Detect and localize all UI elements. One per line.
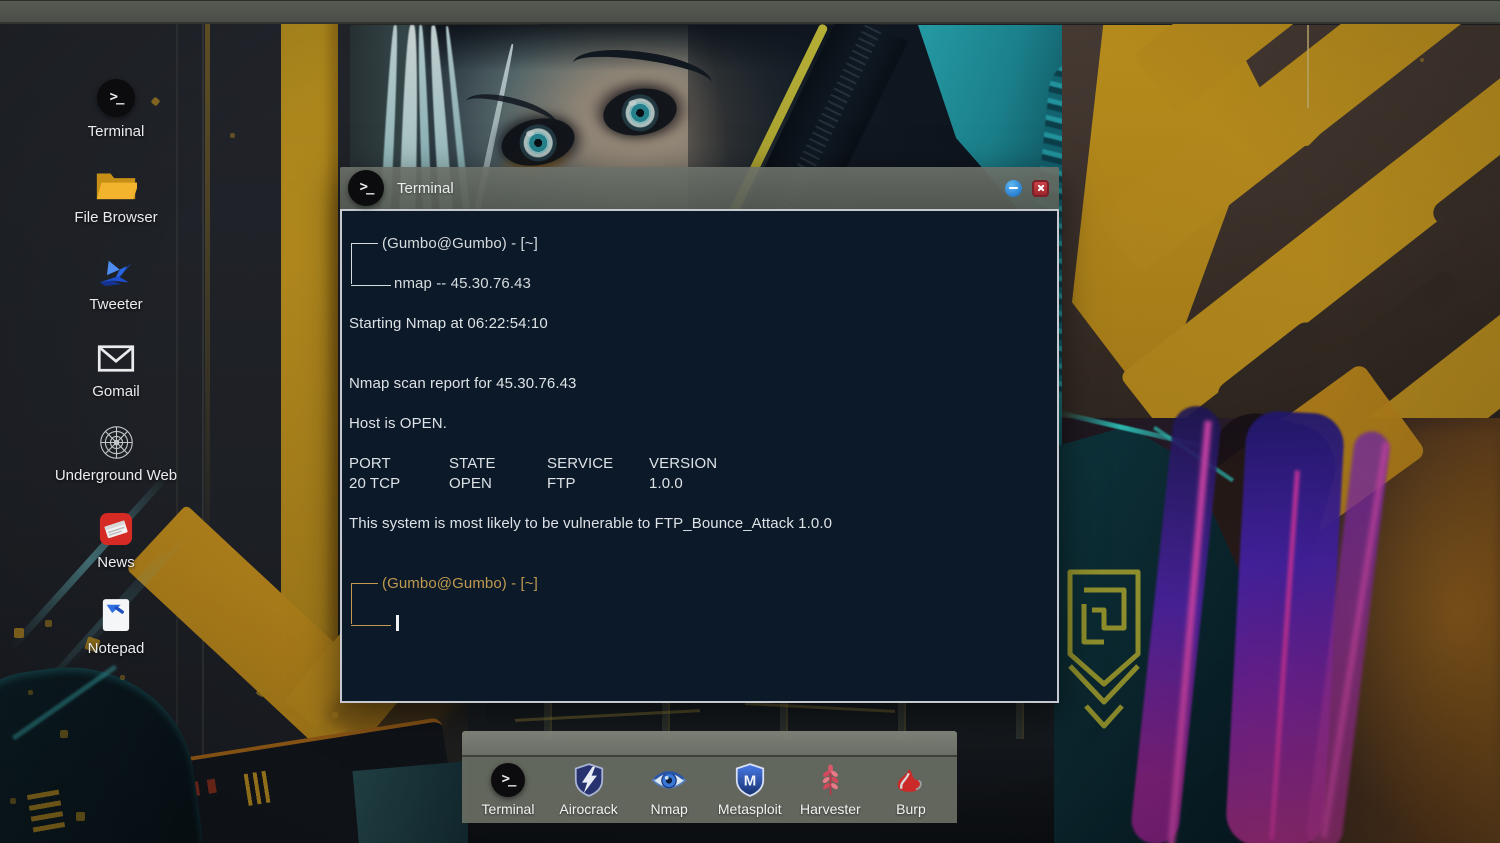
- dock-item-label: Airocrack: [559, 801, 618, 817]
- minimize-button[interactable]: [1005, 179, 1022, 197]
- desktop: >_ Terminal File Browser Tweeter Gomail …: [0, 0, 1500, 843]
- flame-swoosh-icon: [894, 760, 927, 800]
- terminal-line: Starting Nmap at 06:22:54:10: [349, 315, 548, 332]
- desktop-icon-tweeter[interactable]: Tweeter: [36, 251, 196, 313]
- top-bar: [0, 0, 1500, 24]
- dock-item-label: Terminal: [481, 801, 535, 817]
- desktop-icon-terminal[interactable]: >_ Terminal: [36, 78, 196, 140]
- shield-lightning-icon: [574, 760, 604, 800]
- newspaper-icon: [99, 509, 133, 549]
- notepad-icon: [101, 595, 131, 635]
- scan-table-row: 20 TCP OPEN FTP 1.0.0: [349, 475, 683, 492]
- text-cursor: [396, 615, 399, 631]
- shield-m-icon: M: [735, 760, 765, 800]
- desktop-icon-news[interactable]: News: [36, 509, 196, 571]
- minimize-icon: [1009, 186, 1018, 190]
- prompt-block: (Gumbo@Gumbo) - [~] nmap -- 45.30.76.43: [349, 234, 1047, 294]
- desktop-icon-label: Terminal: [87, 123, 145, 140]
- desktop-icon-label: Underground Web: [54, 467, 178, 484]
- vulnerability-line: This system is most likely to be vulnera…: [349, 515, 833, 532]
- prompt-command: [394, 614, 399, 634]
- dock-item-nmap[interactable]: Nmap: [631, 760, 707, 823]
- dock-item-label: Burp: [896, 801, 926, 817]
- window-titlebar[interactable]: >_ Terminal: [340, 167, 1059, 209]
- wheat-plant-icon: [819, 760, 842, 800]
- desktop-icon-gomail[interactable]: Gomail: [36, 338, 196, 400]
- terminal-icon: >_: [97, 78, 135, 118]
- svg-text:M: M: [744, 772, 757, 789]
- dock-item-harvester[interactable]: Harvester: [792, 760, 868, 823]
- dock-item-burp[interactable]: Burp: [873, 760, 949, 823]
- window-controls: [1005, 179, 1051, 197]
- dock-item-label: Nmap: [650, 801, 688, 817]
- desktop-icon-label: File Browser: [74, 209, 158, 226]
- dock-item-label: Metasploit: [717, 801, 782, 817]
- dock-item-metasploit[interactable]: M Metasploit: [712, 760, 788, 823]
- dock-item-terminal[interactable]: >_ Terminal: [470, 760, 546, 823]
- prompt-block: (Gumbo@Gumbo) - [~]: [349, 574, 1047, 634]
- desktop-icon-label: Gomail: [92, 383, 140, 400]
- prompt-command: nmap -- 45.30.76.43: [394, 275, 531, 292]
- envelope-icon: [97, 338, 135, 378]
- dock-handle[interactable]: [462, 731, 957, 757]
- desktop-icon-label: Notepad: [87, 640, 145, 657]
- terminal-line: Nmap scan report for 45.30.76.43: [349, 375, 577, 392]
- folder-icon: [95, 164, 137, 204]
- desktop-icon-label: News: [97, 554, 135, 571]
- terminal-line: Host is OPEN.: [349, 415, 447, 432]
- web-mandala-icon: [98, 422, 135, 462]
- dock: >_ Terminal Airocrack Nmap M Metasploit …: [462, 731, 957, 823]
- eye-icon: [651, 760, 687, 800]
- window-title: Terminal: [397, 179, 454, 197]
- desktop-icon-notepad[interactable]: Notepad: [36, 595, 196, 657]
- dock-item-airocrack[interactable]: Airocrack: [551, 760, 627, 823]
- prompt-user-host: (Gumbo@Gumbo) - [~]: [382, 235, 538, 252]
- prompt-user-host: (Gumbo@Gumbo) - [~]: [382, 575, 538, 592]
- desktop-icon-label: Tweeter: [89, 296, 143, 313]
- dock-item-label: Harvester: [800, 801, 861, 817]
- desktop-icon-file-browser[interactable]: File Browser: [36, 164, 196, 226]
- terminal-icon: >_: [348, 170, 384, 206]
- close-button[interactable]: [1032, 179, 1049, 197]
- terminal-output[interactable]: (Gumbo@Gumbo) - [~] nmap -- 45.30.76.43 …: [340, 209, 1059, 703]
- scan-table-header: PORT STATE SERVICE VERSION: [349, 455, 718, 472]
- terminal-window: >_ Terminal (Gumbo@Gumbo) - [~] nmap -- …: [340, 167, 1059, 703]
- desktop-icon-underground-web[interactable]: Underground Web: [36, 422, 196, 484]
- dock-items: >_ Terminal Airocrack Nmap M Metasploit …: [462, 757, 957, 823]
- bird-icon: [96, 251, 136, 291]
- terminal-icon: >_: [491, 760, 525, 800]
